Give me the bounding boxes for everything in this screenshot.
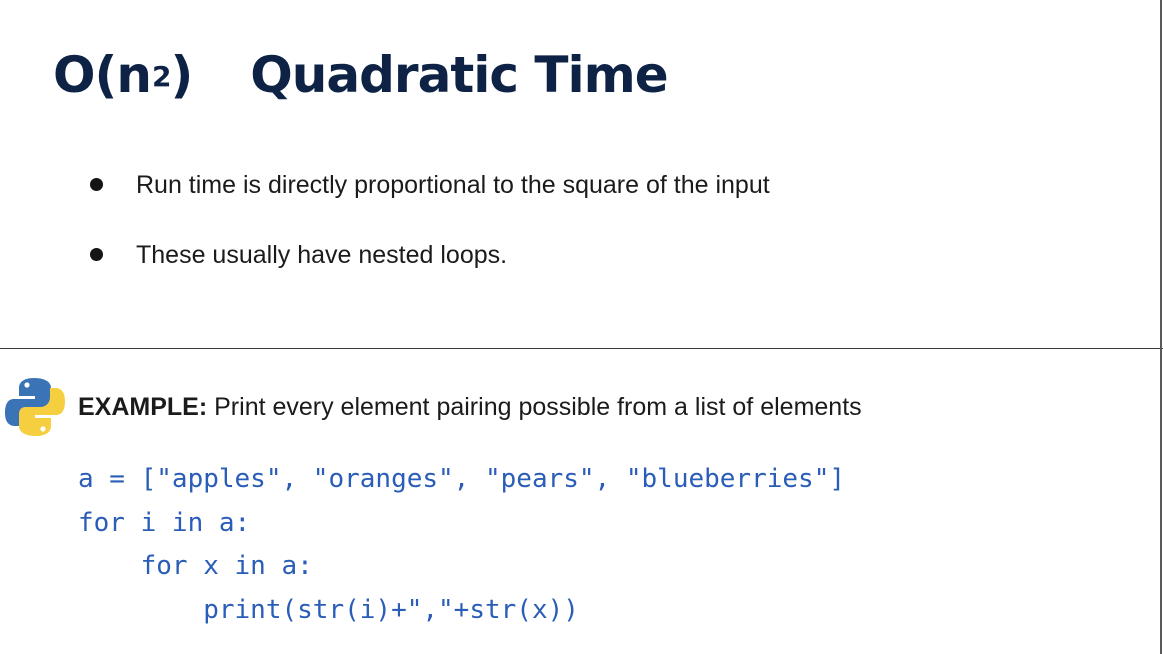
bullet-item: These usually have nested loops. (90, 235, 770, 275)
bullet-item: Run time is directly proportional to the… (90, 165, 770, 205)
big-o-notation: O(n 2) (53, 46, 193, 104)
section-divider (0, 348, 1163, 349)
code-line: print(str(i)+","+str(x)) (78, 594, 579, 625)
bullet-dot-icon (90, 178, 103, 191)
example-label: EXAMPLE: (78, 392, 208, 421)
python-logo-icon (5, 378, 65, 436)
code-block: a = ["apples", "oranges", "pears", "blue… (78, 458, 845, 632)
example-heading: EXAMPLE: Print every element pairing pos… (4, 376, 862, 438)
code-line: a = ["apples", "oranges", "pears", "blue… (78, 464, 846, 494)
notation-exponent: 2 (151, 60, 172, 93)
example-text: Print every element pairing possible fro… (207, 392, 862, 421)
slide-edge (1160, 0, 1162, 654)
bullet-list: Run time is directly proportional to the… (90, 165, 770, 275)
bullet-text: These usually have nested loops. (136, 241, 508, 269)
code-line: for i in a: (78, 507, 251, 538)
page-title: O(n 2) Quadratic Time (53, 46, 669, 118)
notation-suffix: ) (170, 46, 193, 104)
code-line: for x in a: (78, 551, 313, 581)
bullet-dot-icon (90, 248, 103, 261)
bullet-text: Run time is directly proportional to the… (136, 171, 770, 199)
slide: O(n 2) Quadratic Time Run time is directl… (0, 0, 1163, 654)
example-description: EXAMPLE: Print every element pairing pos… (78, 393, 862, 422)
title-text: Quadratic Time (250, 46, 668, 104)
notation-prefix: O(n (53, 46, 152, 104)
